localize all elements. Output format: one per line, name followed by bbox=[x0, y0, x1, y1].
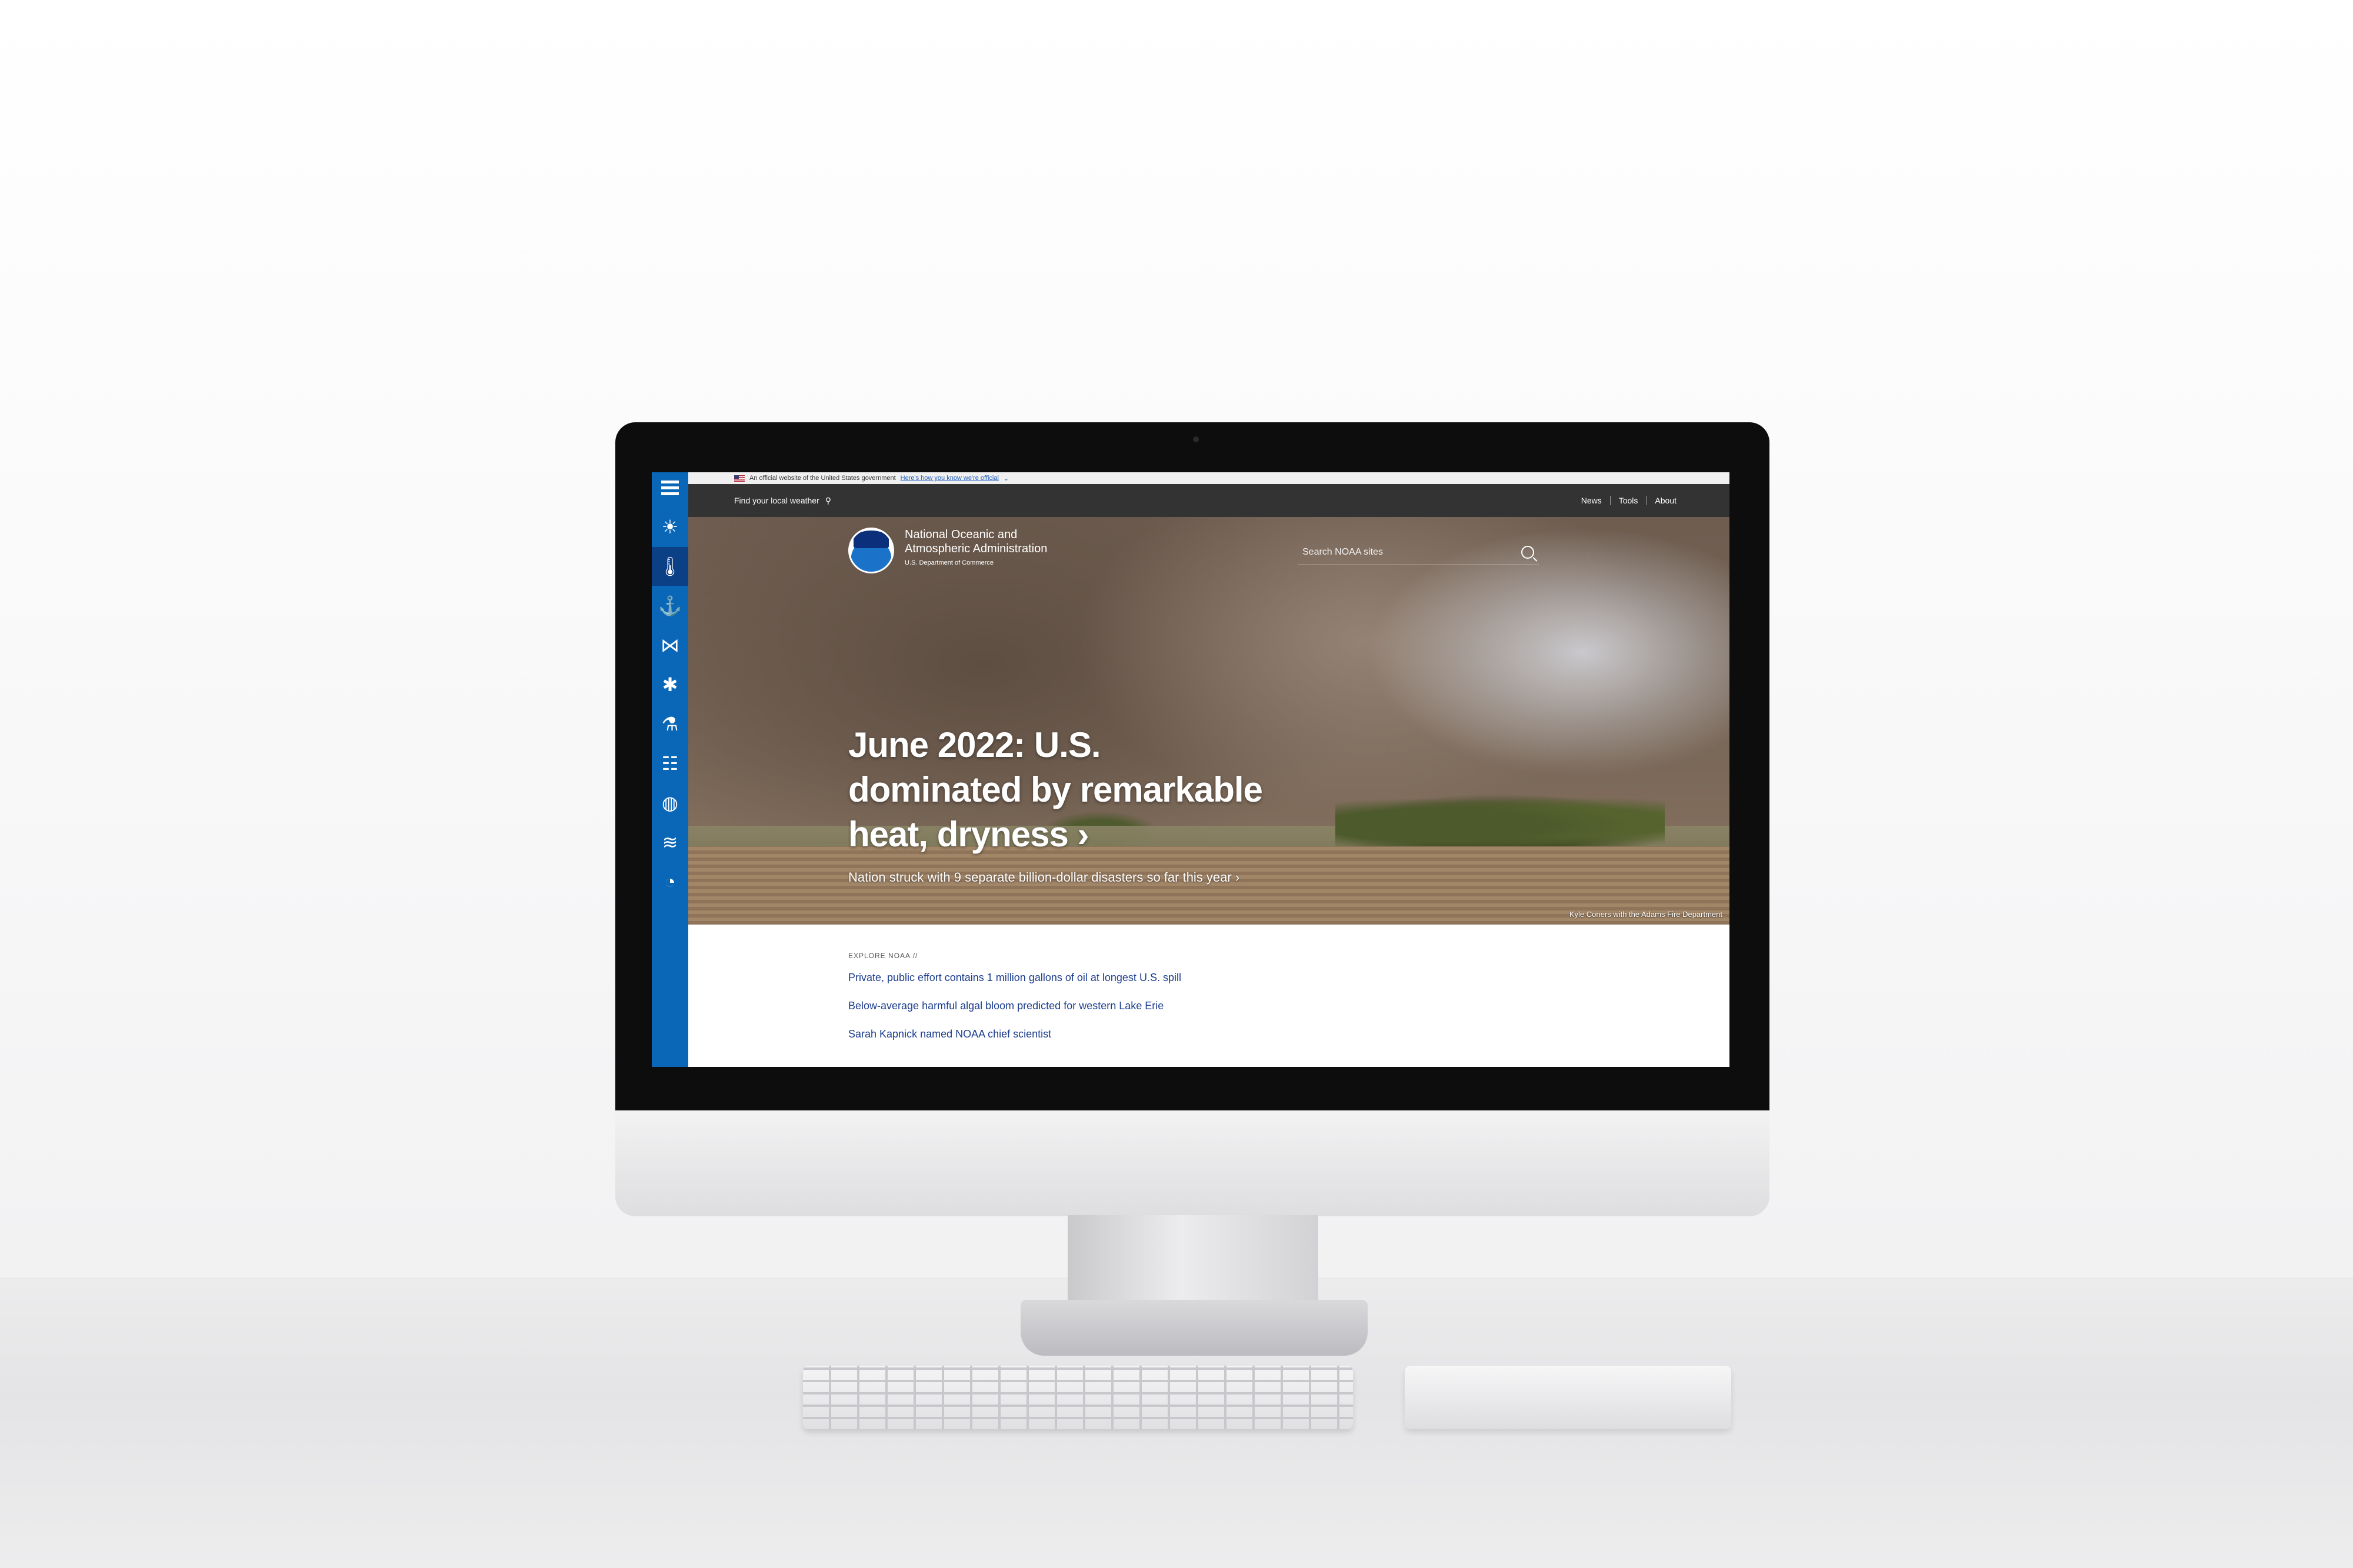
sidebar-item-ocean[interactable]: ≋ bbox=[652, 823, 688, 862]
coast-icon: ⚓ bbox=[658, 595, 682, 616]
explore-link[interactable]: Sarah Kapnick named NOAA chief scientist bbox=[848, 1028, 1181, 1040]
hero-headline[interactable]: June 2022: U.S. dominated by remarkable … bbox=[848, 723, 1272, 857]
education-apple-icon: ◔ bbox=[664, 870, 676, 892]
local-weather-link[interactable]: Find your local weather ⚲ bbox=[734, 496, 831, 506]
sidebar-item-research[interactable]: ⚗ bbox=[652, 705, 688, 743]
hero-subhead[interactable]: Nation struck with 9 separate billion-do… bbox=[848, 870, 1239, 885]
globe-icon: ◍ bbox=[662, 792, 678, 813]
chevron-down-icon[interactable]: ⌄ bbox=[1004, 475, 1009, 482]
sidebar-item-climate-data[interactable]: ☷ bbox=[652, 744, 688, 783]
explore-link[interactable]: Private, public effort contains 1 millio… bbox=[848, 972, 1181, 984]
tree-line bbox=[1335, 793, 1665, 846]
satellite-icon: ✱ bbox=[662, 674, 678, 695]
chevron-right-icon: › bbox=[1235, 870, 1240, 885]
webcam bbox=[1193, 436, 1199, 442]
sidebar-item-global[interactable]: ◍ bbox=[652, 783, 688, 822]
menu-button[interactable] bbox=[652, 472, 688, 503]
nav-about[interactable]: About bbox=[1646, 496, 1685, 505]
search-input[interactable]: Search NOAA sites bbox=[1302, 547, 1383, 558]
hero-banner[interactable]: National Oceanic and Atmospheric Adminis… bbox=[688, 517, 1729, 925]
sidebar-item-education[interactable]: ◔ bbox=[652, 862, 688, 901]
sidebar-item-weather[interactable]: ☀ bbox=[652, 508, 688, 546]
thermometer-icon: 🌡 bbox=[658, 556, 682, 577]
photo-credit: Kyle Coners with the Adams Fire Departme… bbox=[1569, 910, 1722, 919]
sidebar-item-fisheries[interactable]: ⋈ bbox=[652, 626, 688, 665]
org-name: National Oceanic and Atmospheric Adminis… bbox=[905, 528, 1048, 555]
sidebar-item-coasts[interactable]: ⚓ bbox=[652, 586, 688, 625]
sidebar-item-satellites[interactable]: ✱ bbox=[652, 665, 688, 704]
monitor-chin bbox=[615, 1110, 1769, 1216]
hero-headline-text: June 2022: U.S. dominated by remarkable … bbox=[848, 725, 1263, 854]
sidebar-item-climate[interactable]: 🌡 bbox=[652, 547, 688, 586]
chevron-right-icon: › bbox=[1077, 815, 1089, 854]
hamburger-icon bbox=[661, 478, 679, 498]
noaa-logo-icon bbox=[848, 528, 894, 573]
screen: ☀ 🌡 ⚓ ⋈ ✱ ⚗ ☷ ◍ ≋ ◔ An official website … bbox=[652, 472, 1729, 1067]
top-nav: News Tools About bbox=[1573, 496, 1685, 505]
trackpad bbox=[1405, 1366, 1731, 1429]
org-dept: U.S. Department of Commerce bbox=[905, 559, 994, 566]
gov-banner-text: An official website of the United States… bbox=[749, 475, 896, 482]
explore-link[interactable]: Below-average harmful algal bloom predic… bbox=[848, 1000, 1181, 1012]
search-box[interactable]: Search NOAA sites bbox=[1298, 539, 1539, 565]
gov-banner: An official website of the United States… bbox=[688, 472, 1729, 484]
climate-icon: ☷ bbox=[661, 753, 679, 774]
weather-icon: ☀ bbox=[661, 516, 679, 538]
search-icon[interactable] bbox=[1521, 545, 1534, 559]
monitor-stand bbox=[1068, 1215, 1318, 1309]
fish-icon: ⋈ bbox=[661, 635, 679, 656]
local-weather-label: Find your local weather bbox=[734, 496, 819, 505]
nav-news[interactable]: News bbox=[1573, 496, 1610, 505]
main-content: An official website of the United States… bbox=[688, 472, 1729, 1067]
top-bar: Find your local weather ⚲ News Tools Abo… bbox=[688, 484, 1729, 517]
gov-official-link[interactable]: Here's how you know we're official bbox=[901, 475, 999, 482]
research-flask-icon: ⚗ bbox=[661, 713, 679, 735]
monitor-stand-base bbox=[1021, 1300, 1368, 1356]
sidebar: ☀ 🌡 ⚓ ⋈ ✱ ⚗ ☷ ◍ ≋ ◔ bbox=[652, 472, 688, 1067]
explore-label: EXPLORE NOAA // bbox=[848, 952, 918, 960]
site-logo[interactable]: National Oceanic and Atmospheric Adminis… bbox=[848, 528, 1081, 573]
explore-section: EXPLORE NOAA // Private, public effort c… bbox=[848, 952, 1181, 1056]
ocean-icon: ≋ bbox=[662, 832, 678, 853]
hero-subhead-text: Nation struck with 9 separate billion-do… bbox=[848, 870, 1232, 885]
keyboard bbox=[803, 1366, 1353, 1429]
us-flag-icon bbox=[734, 475, 745, 482]
location-pin-icon: ⚲ bbox=[825, 495, 832, 505]
nav-tools[interactable]: Tools bbox=[1609, 496, 1647, 505]
